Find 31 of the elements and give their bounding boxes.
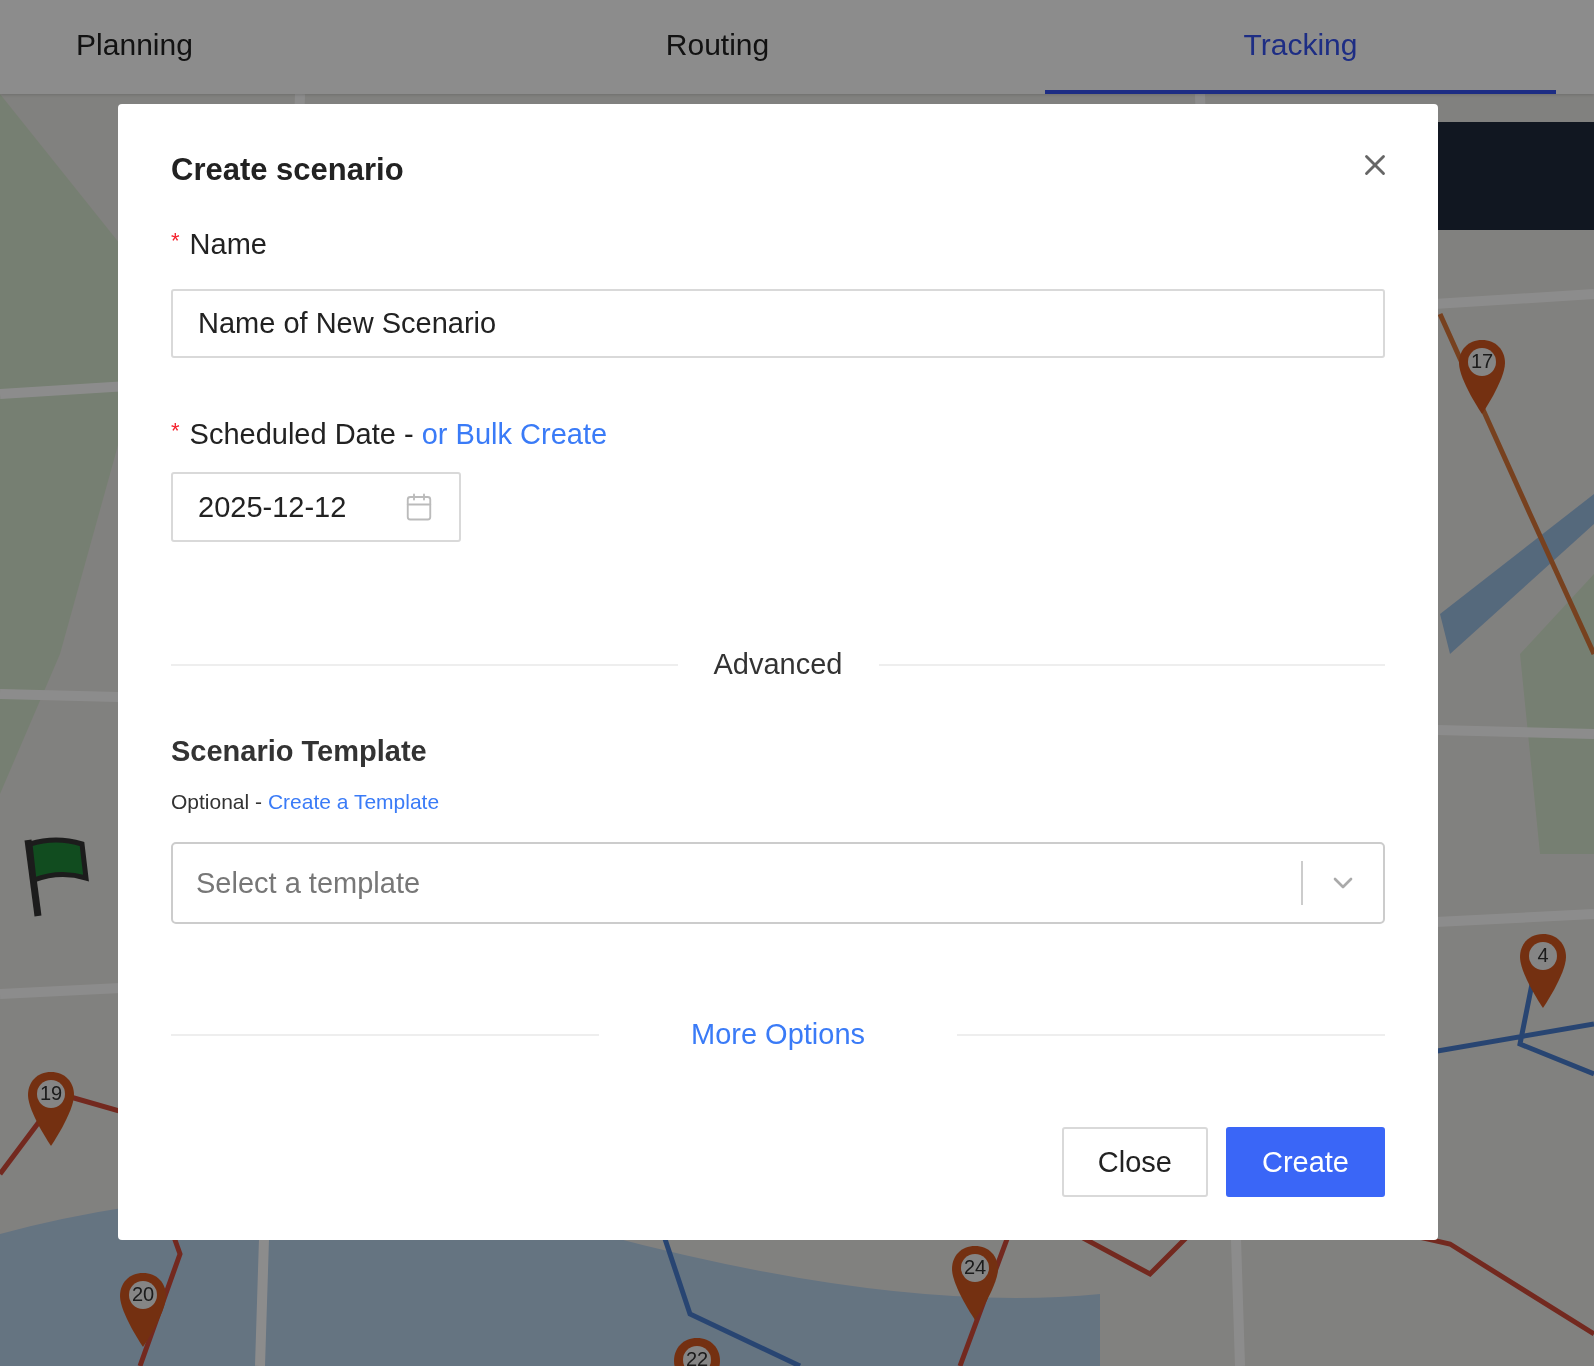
name-input[interactable]: Name of New Scenario bbox=[171, 289, 1385, 358]
field-label: Scheduled Date - bbox=[189, 418, 415, 451]
create-template-link[interactable]: Create a Template bbox=[267, 790, 440, 813]
marker-number: 4 bbox=[1536, 944, 1550, 967]
calendar-icon bbox=[404, 492, 434, 522]
map-marker[interactable]: 17 bbox=[1457, 338, 1507, 416]
tab[interactable]: Planning bbox=[0, 0, 390, 94]
more-options-link[interactable]: More Options bbox=[690, 1018, 866, 1051]
map-marker[interactable]: 20 bbox=[118, 1271, 168, 1349]
divider-label: Advanced bbox=[713, 648, 843, 681]
marker-number: 19 bbox=[38, 1082, 64, 1105]
dialog-title: Create scenario bbox=[171, 152, 404, 188]
map-marker[interactable]: 24 bbox=[950, 1244, 1000, 1322]
marker-number: 24 bbox=[962, 1256, 988, 1279]
marker-number: 20 bbox=[130, 1283, 156, 1306]
marker-number: 17 bbox=[1469, 350, 1495, 373]
section-heading: Scenario Template bbox=[171, 735, 428, 768]
required-mark: * bbox=[171, 418, 180, 444]
close-button[interactable]: Close bbox=[1061, 1127, 1208, 1197]
template-select[interactable]: Select a template bbox=[171, 842, 1385, 924]
date-field[interactable]: 2025-12-12 bbox=[171, 472, 461, 542]
map-marker[interactable]: 19 bbox=[26, 1070, 76, 1148]
create-button[interactable]: Create bbox=[1225, 1127, 1385, 1197]
hint-text: Optional - bbox=[171, 790, 264, 813]
map-marker[interactable]: 4 bbox=[1518, 932, 1568, 1010]
bulk-create-link[interactable]: or Bulk Create bbox=[421, 418, 608, 451]
marker-number: 22 bbox=[684, 1348, 710, 1366]
required-mark: * bbox=[171, 228, 180, 254]
map-marker[interactable]: 22 bbox=[672, 1336, 722, 1366]
tab[interactable]: Routing bbox=[462, 0, 973, 94]
field-label: Name bbox=[189, 228, 267, 261]
